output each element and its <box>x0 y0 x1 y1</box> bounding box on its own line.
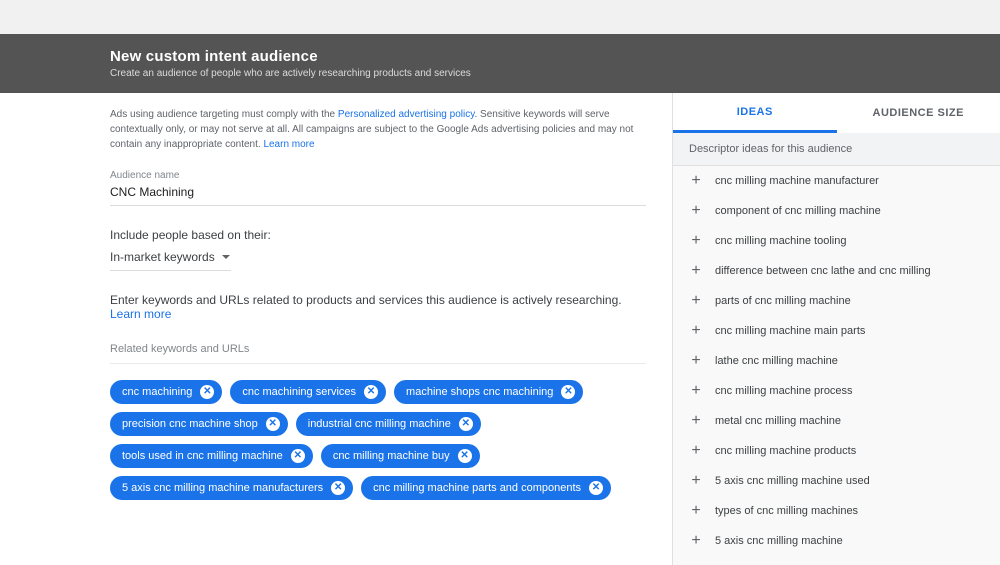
idea-item[interactable]: + cnc milling machine process <box>673 376 1000 406</box>
keyword-chip: machine shops cnc machining ✕ <box>394 380 583 404</box>
plus-icon: + <box>689 324 703 338</box>
policy-notice: Ads using audience targeting must comply… <box>110 107 646 152</box>
chip-remove-icon[interactable]: ✕ <box>291 449 305 463</box>
chip-container: cnc machining✕cnc machining services✕mac… <box>110 380 646 500</box>
tab-audience-size[interactable]: AUDIENCE SIZE <box>837 93 1000 133</box>
include-label: Include people based on their: <box>110 228 646 242</box>
idea-label: types of cnc milling machines <box>715 505 858 517</box>
top-spacer <box>0 0 1000 34</box>
chip-remove-icon[interactable]: ✕ <box>364 385 378 399</box>
ideas-subtitle: Descriptor ideas for this audience <box>673 133 1000 166</box>
chip-label: cnc milling machine buy <box>333 451 450 462</box>
chip-remove-icon[interactable]: ✕ <box>459 417 473 431</box>
plus-icon: + <box>689 504 703 518</box>
plus-icon: + <box>689 204 703 218</box>
keyword-chip: precision cnc machine shop ✕ <box>110 412 288 436</box>
instruction-body: Enter keywords and URLs related to produ… <box>110 293 622 307</box>
include-dropdown-value: In-market keywords <box>110 250 215 264</box>
chip-label: machine shops cnc machining <box>406 387 553 398</box>
idea-item[interactable]: + component of cnc milling machine <box>673 196 1000 226</box>
page-subtitle: Create an audience of people who are act… <box>110 68 1000 79</box>
idea-item[interactable]: + types of cnc milling machines <box>673 496 1000 526</box>
keyword-chip: cnc machining ✕ <box>110 380 222 404</box>
plus-icon: + <box>689 234 703 248</box>
keyword-chip: tools used in cnc milling machine ✕ <box>110 444 313 468</box>
related-title: Related keywords and URLs <box>110 343 646 364</box>
plus-icon: + <box>689 534 703 548</box>
plus-icon: + <box>689 444 703 458</box>
plus-icon: + <box>689 264 703 278</box>
idea-label: cnc milling machine manufacturer <box>715 175 879 187</box>
chip-remove-icon[interactable]: ✕ <box>589 481 603 495</box>
chip-label: 5 axis cnc milling machine manufacturers <box>122 483 323 494</box>
tab-ideas[interactable]: IDEAS <box>673 93 837 133</box>
chip-label: cnc milling machine parts and components <box>373 483 581 494</box>
idea-item[interactable]: + cnc milling machine main parts <box>673 316 1000 346</box>
main-body: Ads using audience targeting must comply… <box>0 93 1000 565</box>
idea-item[interactable]: + parts of cnc milling machine <box>673 286 1000 316</box>
plus-icon: + <box>689 474 703 488</box>
audience-name-input[interactable]: CNC Machining <box>110 181 646 206</box>
plus-icon: + <box>689 384 703 398</box>
idea-item[interactable]: +5 axis cnc milling machine used <box>673 466 1000 496</box>
plus-icon: + <box>689 294 703 308</box>
page-title: New custom intent audience <box>110 48 1000 65</box>
idea-item[interactable]: + cnc milling machine manufacturer <box>673 166 1000 196</box>
idea-item[interactable]: + lathe cnc milling machine <box>673 346 1000 376</box>
idea-item[interactable]: + metal cnc milling machine <box>673 406 1000 436</box>
right-panel: IDEAS AUDIENCE SIZE Descriptor ideas for… <box>672 93 1000 565</box>
keyword-chip: cnc milling machine buy ✕ <box>321 444 480 468</box>
notice-text-1: Ads using audience targeting must comply… <box>110 109 338 120</box>
idea-label: 5 axis cnc milling machine used <box>715 475 870 487</box>
chip-label: cnc machining services <box>242 387 356 398</box>
idea-label: cnc milling machine process <box>715 385 853 397</box>
keyword-chip: cnc machining services ✕ <box>230 380 386 404</box>
include-dropdown[interactable]: In-market keywords <box>110 250 231 271</box>
idea-label: lathe cnc milling machine <box>715 355 838 367</box>
idea-item[interactable]: + cnc milling machine products <box>673 436 1000 466</box>
chip-remove-icon[interactable]: ✕ <box>458 449 472 463</box>
idea-label: 5 axis cnc milling machine <box>715 535 843 547</box>
plus-icon: + <box>689 174 703 188</box>
keyword-chip: 5 axis cnc milling machine manufacturers… <box>110 476 353 500</box>
chip-label: tools used in cnc milling machine <box>122 451 283 462</box>
idea-label: cnc milling machine products <box>715 445 856 457</box>
idea-label: parts of cnc milling machine <box>715 295 851 307</box>
chevron-down-icon <box>221 252 231 262</box>
instruction-learn-more-link[interactable]: Learn more <box>110 307 171 321</box>
ideas-list: + cnc milling machine manufacturer + compon… <box>673 166 1000 565</box>
left-panel: Ads using audience targeting must comply… <box>0 93 672 565</box>
chip-label: industrial cnc milling machine <box>308 419 451 430</box>
chip-remove-icon[interactable]: ✕ <box>266 417 280 431</box>
plus-icon: + <box>689 414 703 428</box>
idea-label: cnc milling machine tooling <box>715 235 846 247</box>
chip-remove-icon[interactable]: ✕ <box>331 481 345 495</box>
idea-item[interactable]: + cnc milling machine tooling <box>673 226 1000 256</box>
plus-icon: + <box>689 354 703 368</box>
page-header: New custom intent audience Create an aud… <box>0 34 1000 93</box>
idea-label: metal cnc milling machine <box>715 415 841 427</box>
learn-more-link[interactable]: Learn more <box>263 139 314 150</box>
tabs: IDEAS AUDIENCE SIZE <box>673 93 1000 133</box>
chip-remove-icon[interactable]: ✕ <box>200 385 214 399</box>
chip-label: precision cnc machine shop <box>122 419 258 430</box>
keyword-chip: cnc milling machine parts and components… <box>361 476 611 500</box>
idea-item[interactable]: +5 axis cnc milling machine <box>673 526 1000 556</box>
keyword-chip: industrial cnc milling machine ✕ <box>296 412 481 436</box>
idea-label: component of cnc milling machine <box>715 205 881 217</box>
idea-item[interactable]: + difference between cnc lathe and cnc mi… <box>673 256 1000 286</box>
policy-link[interactable]: Personalized advertising policy <box>338 109 475 120</box>
chip-remove-icon[interactable]: ✕ <box>561 385 575 399</box>
audience-name-label: Audience name <box>110 170 646 181</box>
instruction-text: Enter keywords and URLs related to produ… <box>110 293 646 321</box>
idea-label: cnc milling machine main parts <box>715 325 865 337</box>
chip-label: cnc machining <box>122 387 192 398</box>
idea-label: difference between cnc lathe and cnc mil… <box>715 265 931 277</box>
